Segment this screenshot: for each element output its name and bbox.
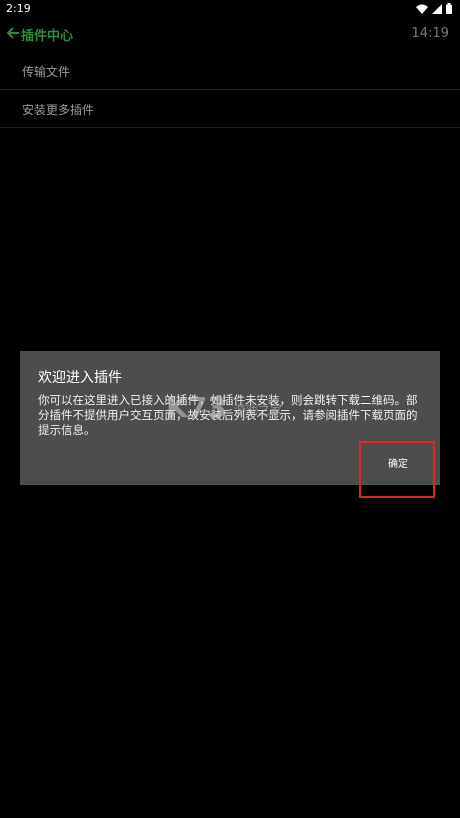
menu-item-label: 传输文件: [22, 65, 71, 79]
battery-icon: [446, 3, 452, 14]
page-title: 插件中心: [21, 29, 74, 44]
plugin-menu-list: 传输文件 安装更多插件: [0, 52, 460, 128]
status-icons: [416, 3, 452, 14]
menu-item-transfer-files[interactable]: 传输文件: [0, 52, 460, 90]
watermark-logo: K73: [166, 391, 227, 424]
header-clock: 14:19: [411, 26, 449, 41]
watermark: K73 游戏之家: [166, 389, 296, 437]
app-bar: 插件中心 14:19: [0, 22, 460, 48]
status-time: 2:19: [6, 2, 31, 15]
wifi-icon: [416, 4, 428, 14]
back-arrow-icon[interactable]: [6, 26, 20, 40]
signal-icon: [432, 3, 442, 14]
watermark-text: 游戏之家: [234, 403, 283, 417]
dialog-title: 欢迎进入插件: [38, 370, 122, 386]
highlight-annotation-box: [359, 441, 435, 498]
menu-item-install-more-plugins[interactable]: 安装更多插件: [0, 90, 460, 128]
menu-item-label: 安装更多插件: [22, 103, 95, 117]
status-bar: 2:19: [0, 0, 460, 18]
